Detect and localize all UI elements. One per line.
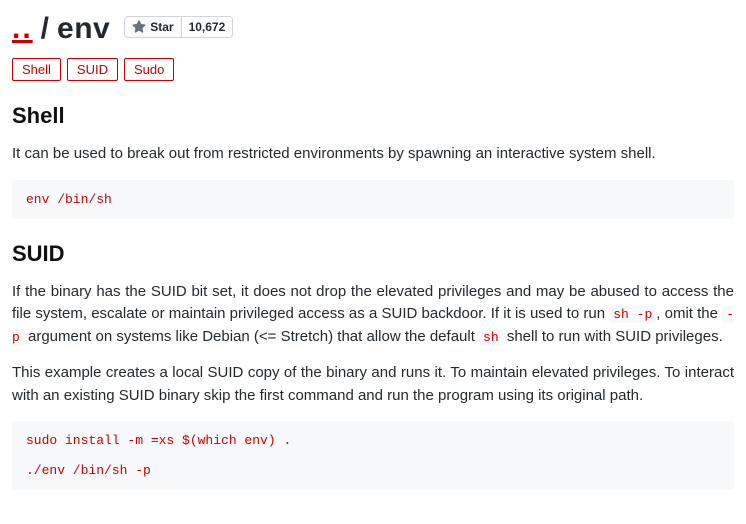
shell-code-block: env /bin/sh (12, 180, 734, 219)
suid-description-1: If the binary has the SUID bit set, it d… (12, 281, 734, 349)
inline-code-sh: sh (479, 329, 503, 346)
shell-description: It can be used to break out from restric… (12, 143, 734, 166)
suid-text-b: , omit the (656, 305, 722, 322)
suid-code-block: sudo install -m =xs $(which env) . ./env… (12, 421, 734, 490)
tag-shell[interactable]: Shell (12, 58, 61, 81)
breadcrumb: .. / env (12, 12, 110, 46)
star-button[interactable]: Star (125, 17, 181, 37)
tag-list: Shell SUID Sudo (12, 58, 734, 81)
tag-suid[interactable]: SUID (67, 58, 118, 81)
star-label: Star (150, 20, 173, 34)
page-header: .. / env Star 10,672 (12, 12, 734, 46)
star-count[interactable]: 10,672 (182, 17, 233, 37)
star-icon (132, 20, 146, 34)
suid-text-c: argument on systems like Debian (<= Stre… (24, 328, 479, 345)
inline-code-shp: sh -p (609, 306, 656, 323)
parent-link[interactable]: .. (12, 12, 33, 46)
github-star-widget: Star 10,672 (124, 16, 233, 38)
page-title: env (57, 12, 110, 46)
suid-text-d: shell to run with SUID privileges. (503, 328, 723, 345)
section-heading-suid: SUID (12, 241, 734, 267)
suid-description-2: This example creates a local SUID copy o… (12, 362, 734, 407)
tag-sudo[interactable]: Sudo (124, 58, 174, 81)
section-heading-shell: Shell (12, 103, 734, 129)
breadcrumb-separator: / (41, 12, 49, 46)
